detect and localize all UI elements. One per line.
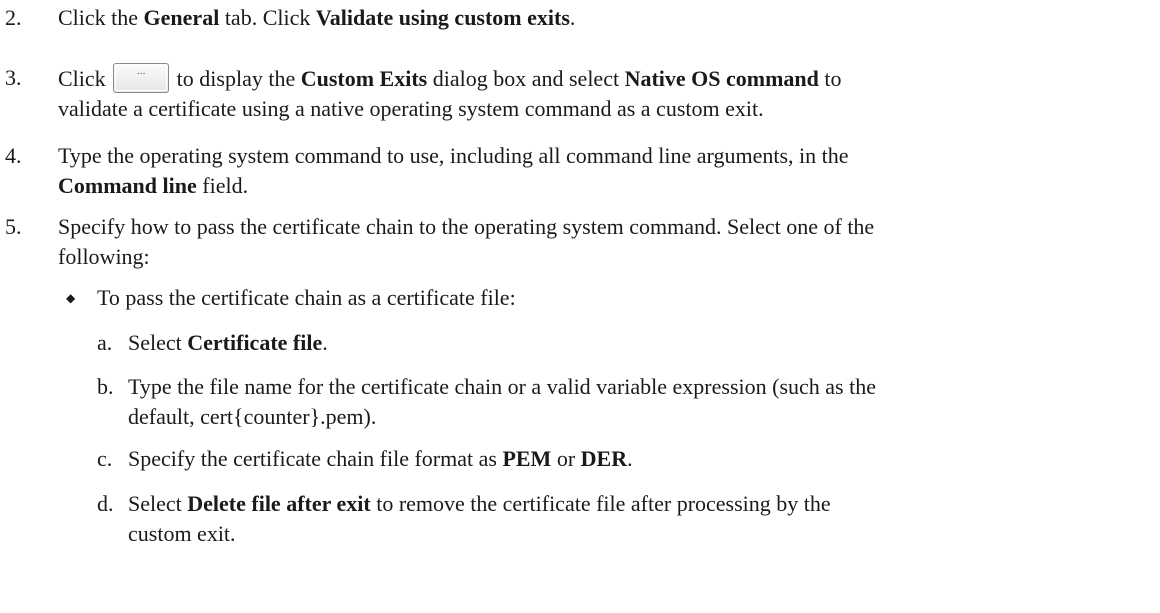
custom-exits-ref: Custom Exits [300, 66, 428, 91]
pem-ref: PEM [502, 446, 552, 471]
substep-text: Select Delete file after exit to remove … [128, 491, 831, 546]
diamond-bullet-icon: ◆ [66, 291, 76, 305]
step-number: 2. [5, 5, 22, 30]
step-text: Click the General tab. Click Validate us… [58, 5, 576, 30]
substep-number: d. [97, 491, 114, 516]
delete-file-after-exit-ref: Delete file after exit [187, 491, 371, 516]
substep-text: Specify the certificate chain file forma… [128, 446, 633, 471]
command-line-ref: Command line [58, 173, 197, 198]
step-text: Specify how to pass the certificate chai… [58, 214, 875, 269]
browse-ellipsis-button[interactable]: ... [113, 63, 170, 93]
substep-number: a. [97, 330, 113, 355]
ellipsis-icon: ... [136, 67, 146, 77]
step-text: Click ... to display the Custom Exits di… [58, 63, 1138, 124]
validate-custom-exits-ref: Validate using custom exits [315, 5, 570, 30]
bullet-text: To pass the certificate chain as a certi… [97, 285, 516, 310]
step-number: 3. [5, 65, 22, 90]
step-number: 4. [5, 143, 22, 168]
substep-text: Type the file name for the certificate c… [128, 374, 876, 429]
substep-text: Select Certificate file. [128, 330, 328, 355]
substep-number: c. [97, 446, 113, 471]
native-os-command-ref: Native OS command [624, 66, 819, 91]
step-text: Type the operating system command to use… [58, 143, 849, 198]
substep-number: b. [97, 374, 114, 399]
der-ref: DER [580, 446, 628, 471]
general-tab-ref: General [143, 5, 220, 30]
certificate-file-ref: Certificate file [187, 330, 323, 355]
step-number: 5. [5, 214, 22, 239]
